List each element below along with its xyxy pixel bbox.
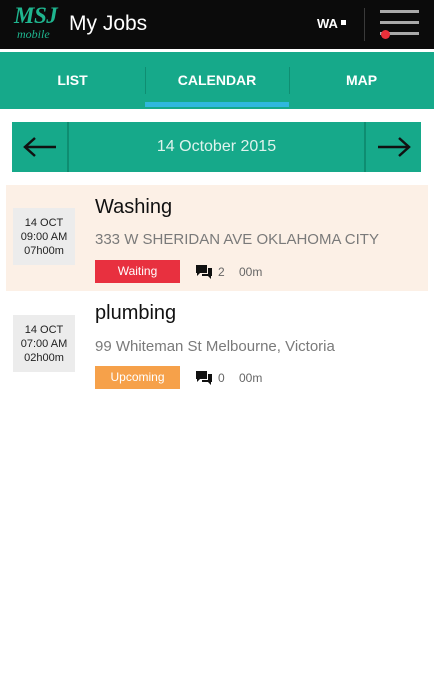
job-list-item[interactable]: 14 OCT 07:00 AM 02h00m plumbing 99 White… — [6, 292, 428, 398]
job-time: 07:00 AM — [20, 338, 68, 350]
job-date-box: 14 OCT 09:00 AM 07h00m — [13, 208, 75, 265]
job-address: 99 Whiteman St Melbourne, Victoria — [95, 338, 335, 355]
elapsed-time: 00m — [239, 265, 263, 279]
menu-button[interactable] — [372, 4, 424, 44]
appbar-divider — [364, 8, 365, 41]
job-time: 09:00 AM — [20, 231, 68, 243]
notification-dot-icon — [381, 30, 390, 39]
msj-mobile-logo: MSJ mobile — [14, 3, 58, 44]
job-address: 333 W SHERIDAN AVE OKLAHOMA CITY — [95, 231, 379, 248]
job-date-box: 14 OCT 07:00 AM 02h00m — [13, 315, 75, 372]
logo-subtext: mobile — [17, 27, 50, 41]
message-count: 0 — [218, 371, 225, 385]
app-bar: MSJ mobile My Jobs WA — [0, 0, 434, 49]
job-date: 14 OCT — [24, 217, 64, 229]
logo-text: MSJ — [14, 3, 58, 28]
job-title: Washing — [95, 196, 173, 218]
next-day-button[interactable] — [364, 122, 421, 172]
elapsed-time: 00m — [239, 371, 263, 385]
page-title: My Jobs — [69, 12, 148, 35]
region-selector[interactable]: WA — [317, 16, 346, 32]
chat-icon — [196, 371, 212, 385]
date-navigator: 14 October 2015 — [12, 122, 421, 172]
view-tabs: LIST CALENDAR MAP — [0, 52, 434, 109]
job-list-item[interactable]: 14 OCT 09:00 AM 07h00m Washing 333 W SHE… — [6, 185, 428, 291]
region-label: WA — [317, 16, 338, 31]
job-duration: 07h00m — [24, 245, 64, 257]
hamburger-menu-icon-line — [380, 21, 419, 24]
current-date: 14 October 2015 — [156, 138, 277, 155]
job-date: 14 OCT — [24, 324, 64, 336]
status-badge: Waiting — [95, 260, 180, 283]
tab-map[interactable]: MAP — [289, 52, 434, 109]
arrow-right-icon — [378, 137, 411, 157]
selected-tab-indicator — [145, 102, 289, 107]
job-duration: 02h00m — [24, 352, 64, 364]
tab-calendar[interactable]: CALENDAR — [145, 52, 289, 109]
previous-day-button[interactable] — [12, 122, 69, 172]
arrow-left-icon — [23, 137, 56, 157]
hamburger-menu-icon — [380, 10, 419, 13]
tab-list[interactable]: LIST — [0, 52, 145, 109]
job-title: plumbing — [95, 302, 177, 324]
region-dropdown-icon — [340, 20, 346, 25]
message-count: 2 — [218, 265, 225, 279]
chat-icon — [196, 265, 212, 279]
status-badge: Upcoming — [95, 366, 180, 389]
